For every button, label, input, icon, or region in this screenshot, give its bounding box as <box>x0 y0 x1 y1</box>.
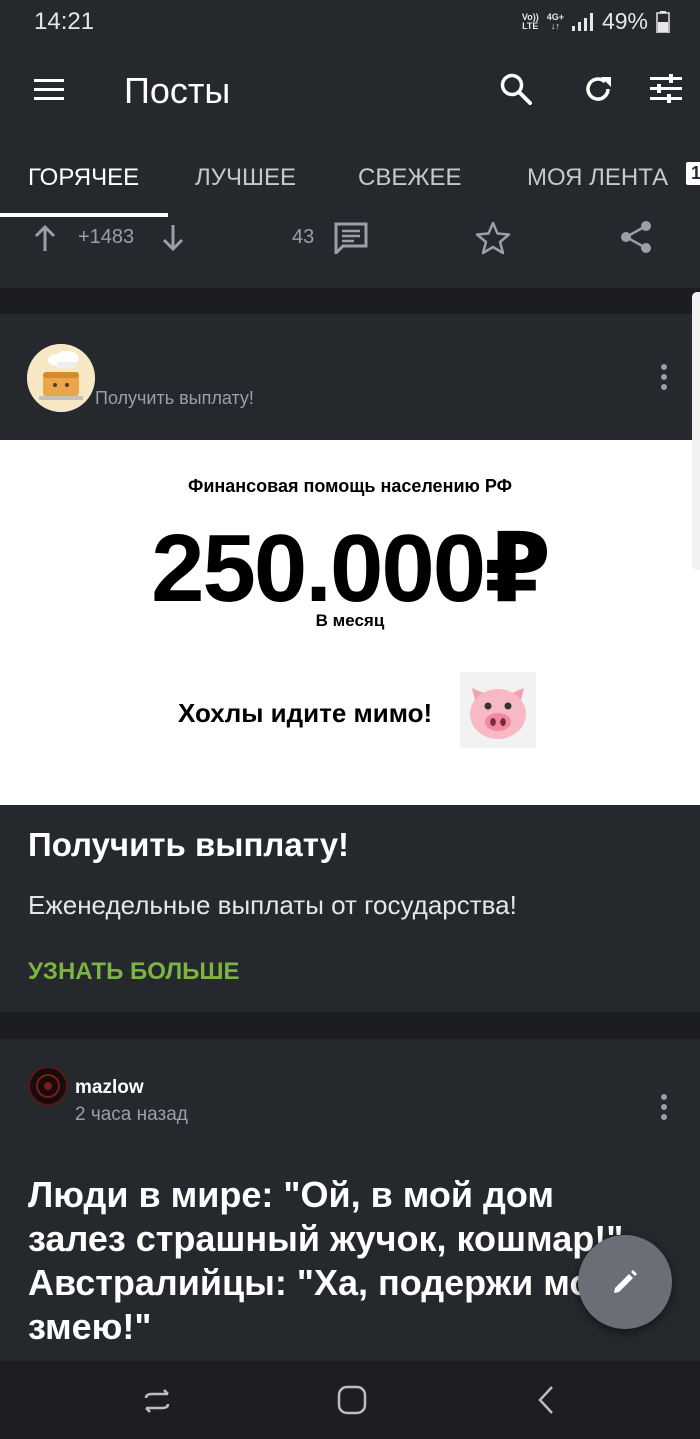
author-name[interactable]: mazlow <box>75 1077 144 1099</box>
comments-icon[interactable] <box>334 222 368 254</box>
ad-image[interactable]: Финансовая помощь населению РФ 250.000₽ … <box>0 440 700 805</box>
comments-count: 43 <box>292 226 315 248</box>
ad-title[interactable]: Получить выплату! <box>28 826 349 864</box>
home-icon[interactable] <box>337 1385 367 1415</box>
ad-image-period: В месяц <box>315 611 385 630</box>
pencil-icon <box>614 1270 637 1293</box>
post-title-line: залез страшный жучок, кошмар!" <box>28 1218 624 1259</box>
ad-card[interactable]: Получить выплату! Финансовая помощь насе… <box>0 314 700 1012</box>
ad-avatar <box>27 344 95 412</box>
ad-image-slogan: Хохлы идите мимо! <box>178 698 433 728</box>
filter-settings-icon[interactable] <box>650 74 682 104</box>
downvote-icon[interactable] <box>162 224 184 252</box>
status-indicators: Vo)) LTE 4G+ ↓↑ 49% <box>522 8 670 35</box>
upvote-icon[interactable] <box>34 224 56 252</box>
tab-best[interactable]: ЛУЧШЕЕ <box>195 164 296 192</box>
tab-hot[interactable]: ГОРЯЧЕЕ <box>28 164 139 192</box>
ad-description: Еженедельные выплаты от государства! <box>28 890 517 920</box>
recent-apps-icon[interactable] <box>142 1388 172 1414</box>
battery-percent: 49% <box>601 8 648 34</box>
tab-my-feed[interactable]: МОЯ ЛЕНТА <box>527 164 668 192</box>
search-icon[interactable] <box>500 73 532 105</box>
chef-toaster-icon <box>27 344 95 412</box>
network-activity: ↓↑ <box>550 20 560 31</box>
author-avatar[interactable] <box>28 1066 68 1106</box>
post-rating: +1483 <box>78 226 135 248</box>
ad-image-amount: 250.000₽ <box>151 515 551 622</box>
system-navigation-bar <box>0 1361 700 1439</box>
ad-image-subtitle: Финансовая помощь населению РФ <box>187 476 513 496</box>
more-options-icon[interactable] <box>660 1094 668 1120</box>
tab-my-feed-badge: 1 <box>686 162 700 185</box>
active-tab-indicator <box>0 213 168 217</box>
tab-bar: ГОРЯЧЕЕ ЛУЧШЕЕ СВЕЖЕЕ МОЯ ЛЕНТА 1 <box>0 140 700 218</box>
volte-indicator: Vo)) LTE <box>522 12 539 31</box>
pig-emoji-box <box>460 672 536 748</box>
back-icon[interactable] <box>536 1385 556 1415</box>
author-avatar-icon <box>31 1069 65 1103</box>
post-timestamp: 2 часа назад <box>75 1104 188 1125</box>
more-options-icon[interactable] <box>660 364 668 390</box>
scrollbar-thumb[interactable] <box>692 292 700 570</box>
share-icon[interactable] <box>619 220 653 254</box>
page-title: Посты <box>124 70 231 111</box>
signal-icon <box>571 12 593 31</box>
battery-icon <box>656 10 670 33</box>
app-bar: Посты <box>0 44 700 140</box>
menu-icon[interactable] <box>34 78 64 102</box>
post-title-line: змею!" <box>28 1306 152 1347</box>
refresh-icon[interactable] <box>582 73 614 105</box>
post-title[interactable]: Люди в мире: "Ой, в мой дом залез страшн… <box>28 1173 668 1349</box>
volte-line-2: LTE <box>522 20 539 31</box>
create-post-button[interactable] <box>578 1235 672 1329</box>
network-indicator: 4G+ ↓↑ <box>547 12 564 31</box>
status-time: 14:21 <box>34 8 95 35</box>
status-bar: 14:21 Vo)) LTE 4G+ ↓↑ 49% <box>0 0 700 44</box>
learn-more-link[interactable]: УЗНАТЬ БОЛЬШЕ <box>28 958 240 986</box>
previous-post-actions: +1483 43 <box>0 218 700 288</box>
star-icon[interactable] <box>475 221 511 255</box>
tab-fresh[interactable]: СВЕЖЕЕ <box>358 164 462 192</box>
post-title-line: Австралийцы: "Ха, подержи мою <box>28 1262 623 1303</box>
pig-face-icon <box>470 688 526 739</box>
post-title-line: Люди в мире: "Ой, в мой дом <box>28 1174 555 1215</box>
ad-source-label[interactable]: Получить выплату! <box>95 388 254 409</box>
